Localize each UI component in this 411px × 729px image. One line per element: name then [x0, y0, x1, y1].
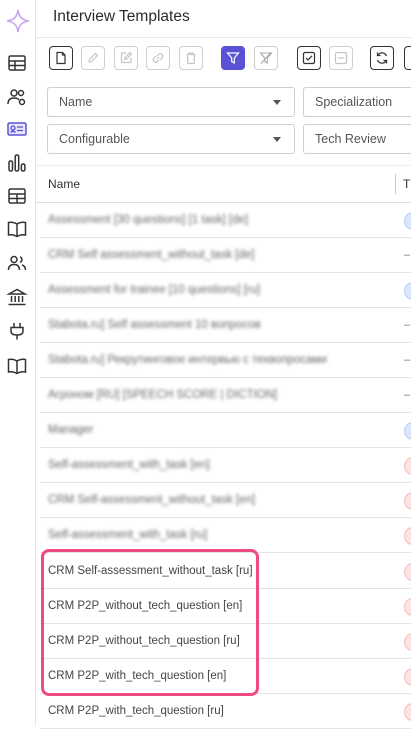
checkbox-checked-icon [302, 51, 316, 65]
table-row[interactable]: CRM P2P_with_tech_question [ru] [40, 695, 411, 729]
file-icon [56, 51, 66, 65]
row-name: Stabota.ru] Self assessment 10 вопросов [48, 319, 261, 331]
status-badge [404, 703, 411, 721]
refresh-icon [376, 52, 388, 64]
status-badge [404, 422, 411, 440]
status-badge [404, 492, 411, 510]
tech-review-filter-select[interactable]: Tech Review [303, 124, 411, 154]
edit-alt-button[interactable] [114, 46, 138, 70]
column-header-second[interactable]: T [403, 177, 410, 191]
status-badge [404, 212, 411, 230]
clear-filter-button[interactable] [254, 46, 278, 70]
link-button[interactable] [146, 46, 170, 70]
users-gear-icon[interactable] [6, 86, 28, 108]
check-all-button[interactable] [297, 46, 321, 70]
tech-review-filter-label: Tech Review [315, 132, 386, 146]
refresh-button[interactable] [370, 46, 394, 70]
table-row[interactable]: Assessment for trainee [10 questions] [r… [40, 274, 411, 308]
plug-icon[interactable] [6, 320, 28, 342]
status-badge [404, 282, 411, 300]
sidebar [0, 0, 36, 725]
row-name: CRM Self-assessment_without_task [en] [48, 494, 256, 506]
status-badge [404, 633, 411, 651]
row-name: CRM Self assessment_without_task [de] [48, 249, 255, 261]
table-row[interactable]: CRM Self assessment_without_task [de] – [40, 239, 411, 273]
app-logo-icon[interactable] [5, 8, 31, 34]
row-dash: – [404, 389, 411, 401]
pencil-icon [88, 52, 99, 63]
row-dash: – [404, 249, 411, 261]
status-badge [404, 668, 411, 686]
table-row[interactable]: CRM Self-assessment_without_task [en] [40, 484, 411, 518]
chevron-down-icon [273, 137, 281, 142]
table-row[interactable]: Агроном [RU] [SPEECH SCORE | DICTION] – [40, 379, 411, 413]
bar-chart-icon[interactable] [6, 152, 28, 174]
row-name: Агроном [RU] [SPEECH SCORE | DICTION] [48, 389, 278, 401]
specialization-filter-label: Specialization [315, 95, 393, 109]
page-title: Interview Templates [53, 8, 190, 25]
highlight-box [41, 549, 259, 696]
specialization-filter-select[interactable]: Specialization [303, 87, 411, 117]
table-icon[interactable] [6, 52, 28, 74]
column-resize-handle[interactable] [395, 174, 396, 194]
book-open-icon[interactable] [6, 355, 28, 377]
new-document-button[interactable] [49, 46, 73, 70]
delete-button[interactable] [179, 46, 203, 70]
row-name: Self-assessment_with_task [en] [48, 459, 210, 471]
filter-clear-icon [259, 52, 273, 64]
more-button[interactable] [404, 46, 411, 70]
grid-icon[interactable] [6, 185, 28, 207]
table-row[interactable]: Stabota.ru] Рекрутинговое интервью с тех… [40, 344, 411, 378]
people-icon[interactable] [6, 252, 28, 274]
link-icon [152, 53, 164, 63]
table-header: Name T [36, 165, 411, 203]
table-row[interactable]: Self-assessment_with_task [ru] [40, 519, 411, 553]
bank-icon[interactable] [6, 286, 28, 308]
row-name: Self-assessment_with_task [ru] [48, 529, 208, 541]
filter-button[interactable] [221, 46, 245, 70]
status-badge [404, 563, 411, 581]
toolbar [36, 37, 411, 83]
row-dash: – [404, 354, 411, 366]
table-row[interactable]: Manager [40, 414, 411, 448]
uncheck-all-button[interactable] [329, 46, 353, 70]
trash-icon [186, 52, 196, 65]
book-icon[interactable] [6, 218, 28, 240]
header: Interview Templates [36, 0, 411, 38]
edit-square-icon [120, 51, 133, 64]
filter-icon [226, 52, 240, 65]
configurable-filter-select[interactable]: Configurable [47, 124, 295, 154]
id-card-icon[interactable] [6, 118, 28, 140]
row-name: Stabota.ru] Рекрутинговое интервью с тех… [48, 354, 327, 366]
row-dash: – [404, 319, 411, 331]
status-badge [404, 598, 411, 616]
status-badge [404, 457, 411, 475]
table-row[interactable]: Self-assessment_with_task [en] [40, 449, 411, 483]
row-name: Assessment [30 questions] [1 task] [de] [48, 214, 249, 226]
edit-button[interactable] [81, 46, 105, 70]
row-name: Assessment for trainee [10 questions] [r… [48, 284, 261, 296]
name-filter-select[interactable]: Name [47, 87, 295, 117]
row-name: Manager [48, 424, 94, 436]
status-badge [404, 527, 411, 545]
table-row[interactable]: Stabota.ru] Self assessment 10 вопросов – [40, 309, 411, 343]
row-name: CRM P2P_with_tech_question [ru] [48, 705, 224, 717]
checkbox-minus-icon [334, 51, 348, 65]
name-filter-label: Name [59, 95, 93, 109]
column-header-name[interactable]: Name [48, 177, 80, 191]
configurable-filter-label: Configurable [59, 132, 130, 146]
table-row[interactable]: Assessment [30 questions] [1 task] [de] [40, 204, 411, 238]
chevron-down-icon [273, 100, 281, 105]
